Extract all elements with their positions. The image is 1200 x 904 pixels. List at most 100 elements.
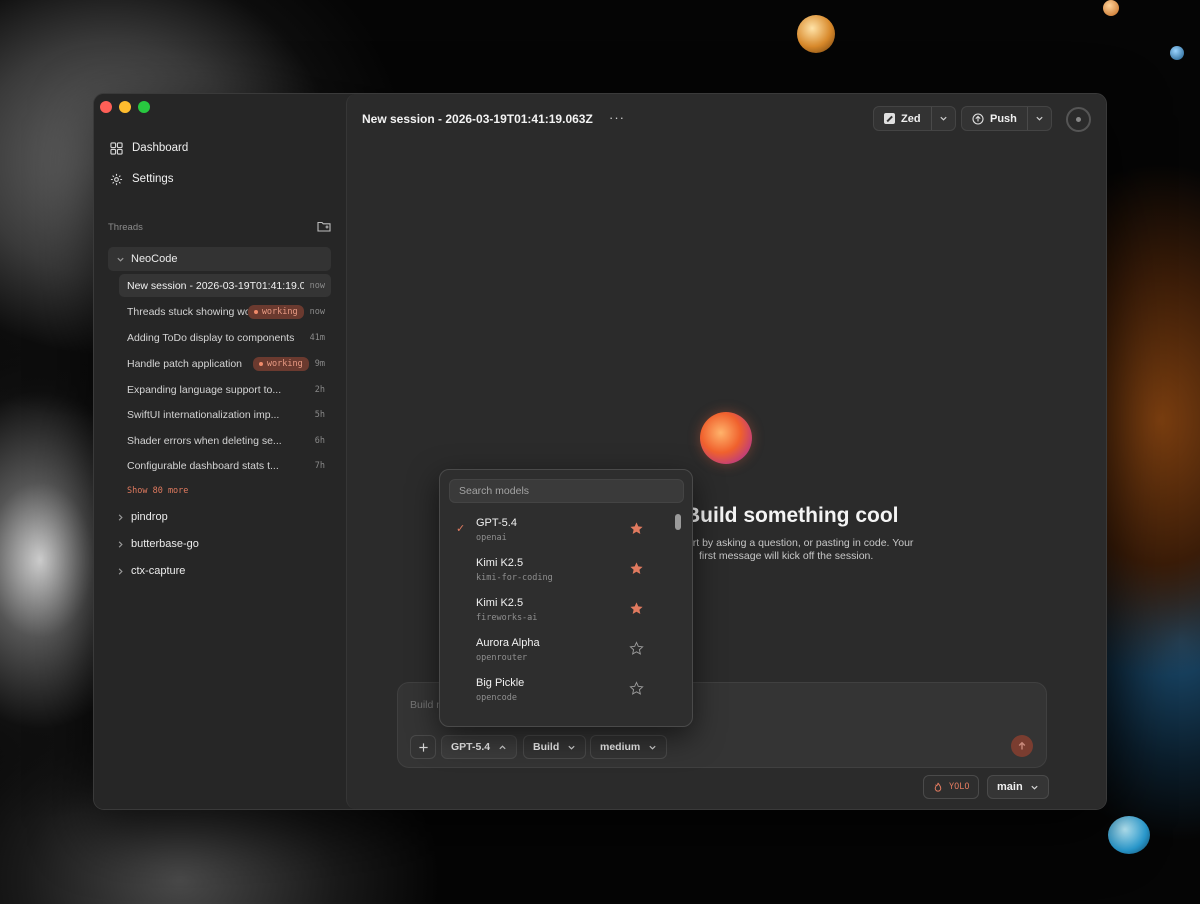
thread-item[interactable]: Handle patch application working 9m (119, 352, 331, 375)
thread-title: New session - 2026-03-19T01:41:19.063Z (127, 279, 304, 292)
background-drop (797, 15, 835, 53)
project-ctx-capture[interactable]: ctx-capture (108, 559, 331, 583)
more-options-button[interactable]: ··· (609, 110, 625, 125)
open-in-editor-button[interactable]: Zed (874, 107, 931, 130)
push-dropdown-button[interactable] (1028, 107, 1051, 130)
hero-title: Build something cool (685, 504, 899, 527)
show-more-link[interactable]: Show 80 more (127, 486, 188, 496)
chevron-down-icon (1036, 116, 1043, 121)
thread-title: Shader errors when deleting se... (127, 434, 282, 447)
minimize-window-button[interactable] (119, 101, 131, 113)
chevron-down-icon (1031, 785, 1038, 790)
thread-item[interactable]: SwiftUI internationalization imp... 5h (119, 403, 331, 426)
model-name: Big Pickle (476, 677, 525, 689)
project-pindrop[interactable]: pindrop (108, 505, 331, 529)
thread-item[interactable]: Expanding language support to... 2h (119, 378, 331, 401)
working-badge: working (252, 356, 309, 371)
working-badge: working (247, 304, 304, 319)
thread-title: SwiftUI internationalization imp... (127, 408, 280, 421)
thread-time: now (309, 306, 325, 317)
star-filled-icon[interactable] (629, 561, 644, 576)
thread-item[interactable]: Configurable dashboard stats t... 7h (119, 454, 331, 477)
project-name: butterbase-go (131, 538, 199, 550)
model-option[interactable]: ✓ GPT-5.4 openai (446, 513, 670, 551)
status-indicator-button[interactable] (1066, 107, 1091, 132)
zoom-window-button[interactable] (138, 101, 150, 113)
model-option[interactable]: Kimi K2.5 kimi-for-coding (446, 553, 670, 591)
hero-subtitle: Start by asking a question, or pasting i… (677, 537, 913, 563)
chevron-down-icon (117, 257, 124, 262)
hero-subtitle-line: first message will kick off the session. (699, 550, 874, 562)
model-provider: opencode (476, 693, 517, 703)
star-filled-icon[interactable] (629, 521, 644, 536)
chevron-down-icon (649, 745, 656, 750)
chevron-right-icon (118, 567, 123, 575)
editor-dropdown-button[interactable] (932, 107, 955, 130)
arrow-up-icon (1018, 741, 1026, 750)
model-provider: openai (476, 533, 507, 543)
yolo-label: YOLO (949, 782, 970, 792)
project-name: ctx-capture (131, 565, 186, 577)
model-option[interactable]: Big Pickle opencode (446, 673, 670, 711)
scrollbar-thumb[interactable] (675, 514, 681, 530)
new-folder-icon[interactable] (317, 220, 331, 232)
mode-selector[interactable]: Build (523, 735, 587, 759)
thread-item[interactable]: Threads stuck showing working working no… (119, 300, 331, 323)
plus-icon (418, 742, 428, 752)
nav-settings-label: Settings (132, 173, 174, 185)
zed-icon (884, 113, 895, 124)
open-in-editor-control: Zed (873, 106, 956, 131)
chevron-right-icon (118, 540, 123, 548)
thread-title: Threads stuck showing working (127, 305, 248, 318)
background-drop (1170, 46, 1184, 60)
arrow-up-circle-icon (972, 112, 984, 125)
project-neocode[interactable]: NeoCode (108, 247, 331, 271)
add-attachment-button[interactable] (410, 735, 436, 759)
mode-selector-label: Build (533, 741, 560, 753)
background-drop (1108, 816, 1150, 854)
branch-selector[interactable]: main (987, 775, 1049, 799)
model-name: GPT-5.4 (476, 517, 517, 529)
star-outline-icon[interactable] (629, 641, 644, 656)
model-provider: fireworks-ai (476, 613, 538, 623)
working-badge-label: working (266, 358, 303, 369)
star-filled-icon[interactable] (629, 601, 644, 616)
model-name: Kimi K2.5 (476, 597, 524, 609)
thread-time: 6h (314, 435, 325, 446)
window-controls (100, 101, 150, 113)
chevron-down-icon (939, 116, 947, 121)
chevron-right-icon (118, 513, 123, 521)
model-list-scrollbar[interactable] (675, 513, 681, 717)
project-butterbase-go[interactable]: butterbase-go (108, 532, 331, 556)
model-option[interactable]: Kimi K2.5 fireworks-ai (446, 593, 670, 631)
send-button[interactable] (1011, 735, 1033, 757)
model-name: Aurora Alpha (476, 637, 540, 649)
thread-item[interactable]: Adding ToDo display to components 41m (119, 326, 331, 349)
model-option[interactable]: Aurora Alpha openrouter (446, 633, 670, 671)
nav-dashboard[interactable]: Dashboard (110, 136, 188, 160)
thread-time: 5h (314, 409, 325, 420)
thread-item[interactable]: Shader errors when deleting se... 6h (119, 429, 331, 452)
editor-label: Zed (901, 112, 921, 125)
model-selector-label: GPT-5.4 (451, 741, 491, 753)
working-badge-label: working (261, 306, 298, 317)
neocode-orb-logo (700, 412, 752, 464)
chevron-up-icon (499, 744, 506, 749)
thread-time: 9m (314, 358, 325, 369)
nav-settings[interactable]: Settings (110, 167, 174, 191)
thread-time: 2h (314, 384, 325, 395)
thread-item[interactable]: New session - 2026-03-19T01:41:19.063Z n… (119, 274, 331, 297)
session-title: New session - 2026-03-19T01:41:19.063Z (362, 112, 593, 126)
model-search-input[interactable] (449, 479, 684, 503)
effort-selector[interactable]: medium (590, 735, 668, 759)
close-window-button[interactable] (100, 101, 112, 113)
thread-title: Configurable dashboard stats t... (127, 459, 279, 472)
yolo-toggle[interactable]: YOLO (923, 775, 980, 799)
thread-title: Expanding language support to... (127, 383, 282, 396)
model-selector[interactable]: GPT-5.4 (441, 735, 518, 759)
star-outline-icon[interactable] (629, 681, 644, 696)
branch-label: main (997, 781, 1023, 793)
push-button[interactable]: Push (962, 107, 1027, 130)
model-provider: openrouter (476, 653, 528, 663)
model-provider: kimi-for-coding (476, 573, 553, 583)
